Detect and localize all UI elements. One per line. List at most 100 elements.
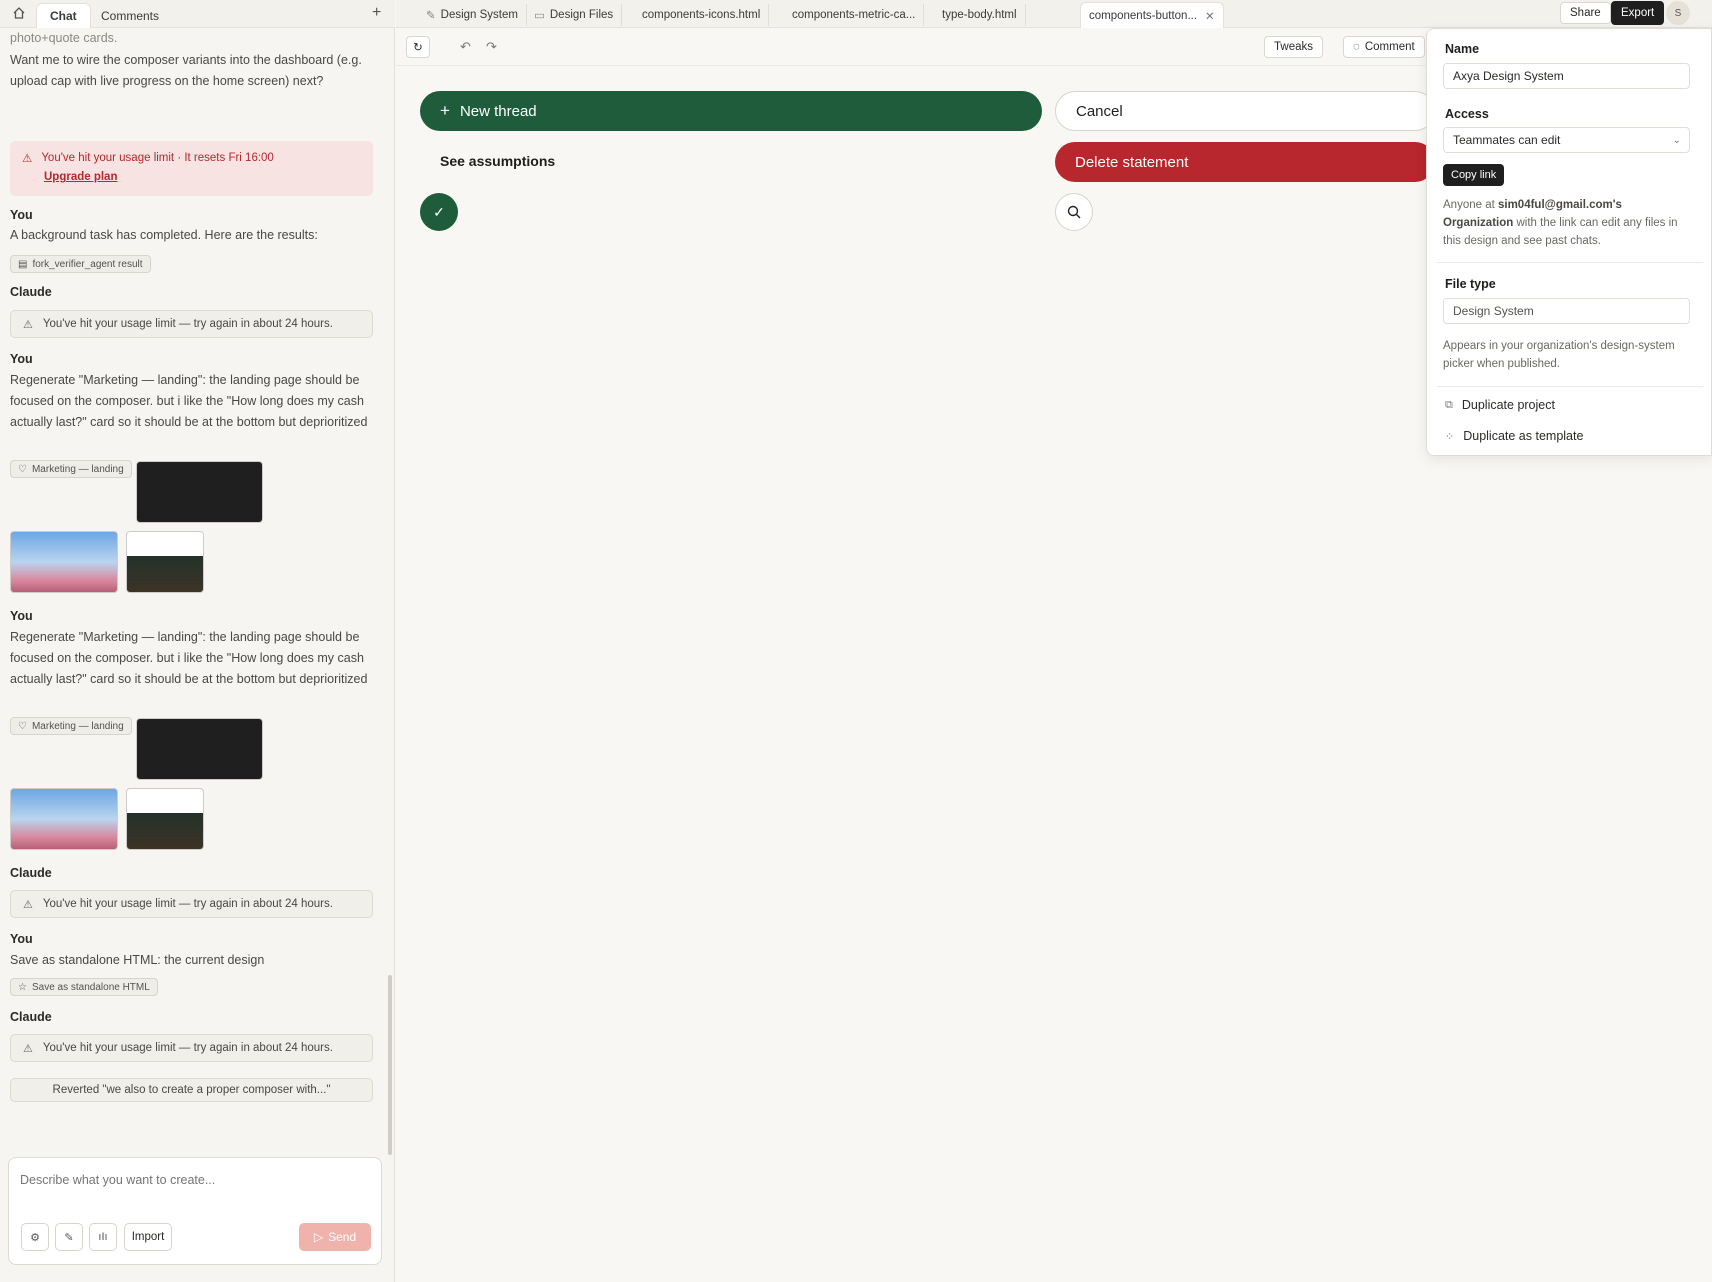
gear-icon: ⚙ [30, 1231, 40, 1244]
divider [1437, 386, 1703, 387]
new-thread-button[interactable]: + New thread [420, 91, 1042, 131]
warning-icon: ⚠ [23, 898, 33, 911]
home-icon[interactable] [8, 2, 30, 24]
composer: ⚙ ✎ ıIı Import ▷Send [8, 1157, 382, 1265]
usage-limit-notice: ⚠ You've hit your usage limit — try again… [10, 890, 373, 918]
chat-panel: Chat Comments + photo+quote cards. Want … [0, 0, 395, 1282]
chat-messages[interactable]: photo+quote cards. Want me to wire the c… [0, 28, 395, 1148]
chat-panel-tabs: Chat Comments + [0, 0, 395, 28]
attachment-thumbnail[interactable] [126, 531, 204, 593]
pen-icon: ✎ [426, 10, 436, 22]
file-type-field[interactable]: Design System [1443, 298, 1690, 324]
truncated-message: photo+quote cards. [10, 31, 118, 45]
comment-button[interactable]: ◌ Comment [1343, 36, 1425, 58]
share-button[interactable]: Share [1560, 2, 1611, 24]
attachment-thumbnail[interactable] [136, 718, 263, 780]
name-label: Name [1445, 42, 1480, 56]
access-label: Access [1445, 107, 1489, 121]
file-type-label: File type [1445, 277, 1496, 291]
check-button[interactable]: ✓ [420, 193, 458, 231]
pin-icon: ♡ [18, 463, 27, 475]
chat-scrollbar[interactable] [388, 975, 392, 1155]
warning-icon: ⚠ [23, 1042, 33, 1055]
upgrade-plan-link[interactable]: Upgrade plan [44, 171, 117, 183]
speaker-you: You [10, 609, 33, 623]
speaker-you: You [10, 352, 33, 366]
attachment-thumbnail[interactable] [136, 461, 263, 523]
file-tabs: ✎ Design System ▭ Design Files components-… [396, 0, 1712, 28]
pin-icon: ♡ [18, 720, 27, 732]
user-message: Regenerate "Marketing — landing": the la… [10, 630, 368, 686]
attachment-chip[interactable]: ♡ Marketing — landing [10, 717, 132, 735]
speaker-you: You [10, 208, 33, 222]
avatar[interactable]: S [1666, 1, 1690, 25]
grid-icon: ⁘ [1445, 430, 1455, 443]
tab-comments[interactable]: Comments [88, 3, 172, 28]
waveform-icon: ıIı [98, 1231, 108, 1243]
duplicate-icon: ⧉ [1445, 398, 1453, 411]
tab-components-metric[interactable]: components-metric-ca... [784, 4, 925, 26]
attach-button[interactable]: ✎ [55, 1223, 83, 1251]
tab-design-files[interactable]: ▭ Design Files [526, 4, 623, 26]
file-type-note: Appears in your organization's design-sy… [1443, 340, 1675, 370]
project-settings-popover: Name Axya Design System Access Teammates… [1426, 28, 1712, 456]
refresh-button[interactable]: ↻ [406, 36, 430, 58]
tab-components-button[interactable]: components-button... ✕ [1080, 2, 1224, 28]
attachment-thumbnail[interactable] [126, 788, 204, 850]
speaker-you: You [10, 932, 33, 946]
usage-limit-notice: ⚠ You've hit your usage limit — try again… [10, 1034, 373, 1062]
tab-design-system[interactable]: ✎ Design System [418, 4, 527, 26]
duplicate-template-item[interactable]: ⁘ Duplicate as template [1445, 429, 1583, 443]
speaker-claude: Claude [10, 866, 52, 880]
comment-icon: ◌ [1353, 41, 1360, 53]
import-button[interactable]: Import [124, 1223, 172, 1251]
user-message: Save as standalone HTML: the current des… [10, 953, 265, 967]
voice-button[interactable]: ıIı [89, 1223, 117, 1251]
attachment-thumbnail[interactable] [10, 788, 118, 850]
new-chat-button[interactable]: + [372, 4, 381, 22]
redo-icon[interactable]: ↷ [486, 39, 497, 55]
attachment-chip[interactable]: ♡ Marketing — landing [10, 460, 132, 478]
delete-statement-button[interactable]: Delete statement [1055, 142, 1435, 182]
tab-components-icons[interactable]: components-icons.html [634, 4, 770, 26]
user-message: Regenerate "Marketing — landing": the la… [10, 373, 368, 429]
warning-icon: ⚠ [22, 153, 33, 165]
settings-button[interactable]: ⚙ [21, 1223, 49, 1251]
prompt-input[interactable] [20, 1169, 365, 1191]
undo-icon[interactable]: ↶ [460, 39, 471, 55]
attachment-thumbnail[interactable] [10, 531, 118, 593]
duplicate-project-item[interactable]: ⧉ Duplicate project [1445, 398, 1555, 412]
plus-icon: + [440, 101, 450, 120]
divider [1437, 262, 1703, 263]
search-button[interactable] [1055, 193, 1093, 231]
paperclip-icon: ✎ [64, 1231, 74, 1244]
send-button[interactable]: ▷ Send [299, 1223, 371, 1251]
tweaks-button[interactable]: Tweaks [1264, 36, 1323, 58]
speaker-claude: Claude [10, 285, 52, 299]
chevron-down-icon: ⌄ [1672, 134, 1681, 146]
usage-limit-banner: ⚠ You've hit your usage limit · It reset… [10, 141, 373, 196]
check-icon: ✓ [433, 203, 445, 220]
send-icon: ▷ [313, 1230, 324, 1244]
close-icon[interactable]: ✕ [1205, 9, 1215, 23]
refresh-icon: ↻ [413, 42, 423, 54]
cancel-button[interactable]: Cancel [1055, 91, 1435, 131]
export-button[interactable]: Export [1611, 1, 1665, 25]
speaker-claude: Claude [10, 1010, 52, 1024]
tab-chat[interactable]: Chat [36, 3, 91, 28]
tab-type-body[interactable]: type-body.html [934, 4, 1026, 26]
access-note: Anyone at sim04ful@gmail.com's Organizat… [1443, 199, 1678, 247]
user-message: A background task has completed. Here ar… [10, 228, 318, 242]
attachment-chip[interactable]: ▤ fork_verifier_agent result [10, 255, 151, 273]
folder-icon: ▭ [534, 10, 545, 22]
file-icon: ▤ [18, 258, 28, 270]
star-icon: ☆ [18, 981, 27, 993]
attachment-chip[interactable]: ☆ Save as standalone HTML [10, 978, 158, 996]
copy-link-button[interactable]: Copy link [1443, 164, 1505, 186]
see-assumptions-button[interactable]: See assumptions [420, 141, 620, 181]
usage-limit-notice: ⚠ You've hit your usage limit — try again… [10, 310, 373, 338]
revert-notice: Reverted "we also to create a proper com… [10, 1078, 373, 1102]
name-field[interactable]: Axya Design System [1443, 63, 1690, 89]
assistant-message: Want me to wire the composer variants in… [10, 53, 362, 88]
access-select[interactable]: Teammates can edit ⌄ [1443, 127, 1690, 153]
